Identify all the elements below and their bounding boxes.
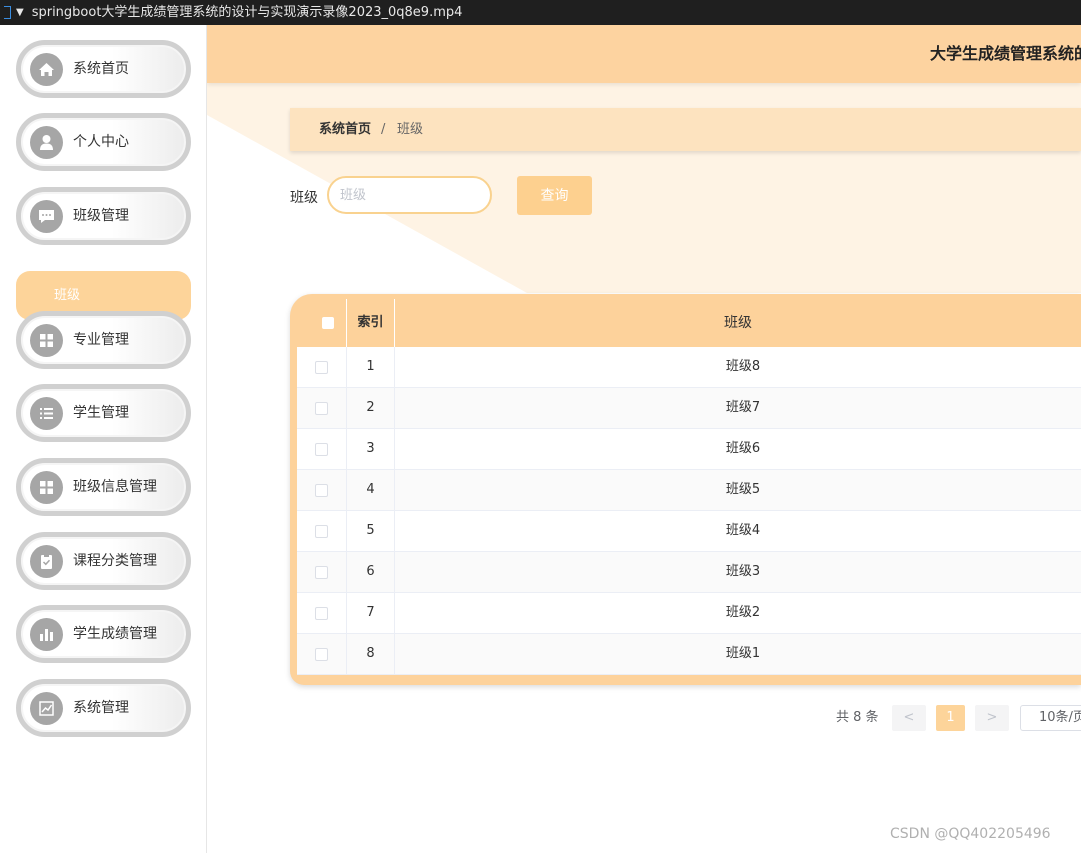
sidebar-item-score-management[interactable]: 学生成绩管理 (16, 605, 191, 663)
table-row[interactable]: 1 班级8 (297, 347, 1081, 388)
page-size-select[interactable]: 10条/页 (1020, 705, 1081, 731)
row-index: 2 (346, 388, 395, 428)
sidebar-item-profile[interactable]: 个人中心 (16, 113, 191, 171)
sidebar-item-system-management[interactable]: 系统管理 (16, 679, 191, 737)
watermark: CSDN @QQ402205496 (890, 826, 1051, 842)
window-icon (4, 6, 11, 19)
sidebar-item-label: 个人中心 (73, 134, 129, 150)
table-body: 1 班级8 2 班级7 3 班级6 4 班级5 5 班级4 6 班级3 7 班级… (297, 347, 1081, 675)
table-row[interactable]: 5 班级4 (297, 511, 1081, 552)
grid-icon (30, 471, 63, 504)
sidebar-item-label: 课程分类管理 (73, 553, 157, 569)
row-class-name: 班级2 (725, 605, 761, 620)
row-class-name: 班级1 (725, 646, 761, 661)
pagination: 共 8 条 < 1 > 10条/页 (207, 705, 1081, 733)
row-index: 6 (346, 552, 395, 592)
pagination-total: 共 8 条 (836, 710, 879, 725)
query-button[interactable]: 查询 (517, 176, 592, 215)
column-header-class[interactable]: 班级 (395, 299, 1081, 347)
breadcrumb-current: 班级 (397, 122, 424, 137)
user-icon (30, 126, 63, 159)
sidebar-item-label: 系统首页 (73, 61, 129, 77)
sidebar-item-label: 学生管理 (73, 405, 129, 421)
row-class-name: 班级5 (725, 482, 761, 497)
sidebar-item-label: 班级管理 (73, 208, 129, 224)
list-icon (30, 397, 63, 430)
table-row[interactable]: 6 班级3 (297, 552, 1081, 593)
main-content: 大学生成绩管理系统的 系统首页 / 班级 班级 查询 索引 班级 1 班级8 (207, 25, 1081, 853)
row-index: 4 (346, 470, 395, 510)
row-checkbox[interactable] (315, 484, 328, 497)
search-label: 班级 (290, 190, 318, 206)
trend-icon (30, 692, 63, 725)
class-search-input[interactable] (327, 176, 492, 214)
table-row[interactable]: 2 班级7 (297, 388, 1081, 429)
dropdown-caret-icon[interactable]: ▼ (16, 0, 24, 25)
row-class-name: 班级3 (725, 564, 761, 579)
row-index: 5 (346, 511, 395, 551)
window-title: springboot大学生成绩管理系统的设计与实现演示录像2023_0q8e9.… (31, 5, 463, 20)
sidebar-item-home[interactable]: 系统首页 (16, 40, 191, 98)
sidebar-item-label: 班级信息管理 (73, 479, 157, 495)
row-class-name: 班级4 (725, 523, 761, 538)
row-checkbox[interactable] (315, 566, 328, 579)
table-row[interactable]: 4 班级5 (297, 470, 1081, 511)
sidebar: 系统首页 个人中心 班级管理 班级 专业管理 学生管理 班级信息管理 课程分类管… (0, 25, 207, 853)
sidebar-item-label: 学生成绩管理 (73, 626, 157, 642)
row-class-name: 班级7 (725, 400, 761, 415)
row-class-name: 班级8 (725, 359, 761, 374)
breadcrumb-separator: / (381, 122, 386, 137)
select-all-checkbox[interactable] (322, 317, 334, 329)
table-row[interactable]: 8 班级1 (297, 634, 1081, 675)
row-checkbox[interactable] (315, 402, 328, 415)
sidebar-item-major-management[interactable]: 专业管理 (16, 311, 191, 369)
home-icon (30, 53, 63, 86)
breadcrumb-home[interactable]: 系统首页 (319, 108, 371, 151)
next-page-button[interactable]: > (975, 705, 1009, 731)
table-row[interactable]: 7 班级2 (297, 593, 1081, 634)
row-index: 8 (346, 634, 395, 674)
column-header-index: 索引 (346, 299, 395, 347)
table-row[interactable]: 3 班级6 (297, 429, 1081, 470)
system-title: 大学生成绩管理系统的 (930, 44, 1081, 63)
sidebar-item-course-category-management[interactable]: 课程分类管理 (16, 532, 191, 590)
row-class-name: 班级6 (725, 441, 761, 456)
window-title-bar: ▼ springboot大学生成绩管理系统的设计与实现演示录像2023_0q8e9… (0, 0, 1081, 25)
class-table: 索引 班级 1 班级8 2 班级7 3 班级6 4 班级5 5 班级4 6 班级… (290, 294, 1081, 685)
sidebar-item-label: 系统管理 (73, 700, 129, 716)
row-checkbox[interactable] (315, 525, 328, 538)
prev-page-button[interactable]: < (892, 705, 926, 731)
page-1-button[interactable]: 1 (936, 705, 965, 731)
row-index: 1 (346, 347, 395, 387)
row-checkbox[interactable] (315, 361, 328, 374)
breadcrumb: 系统首页 / 班级 (290, 108, 1081, 151)
grid-icon (30, 324, 63, 357)
table-header: 索引 班级 (297, 299, 1081, 347)
bar-chart-icon (30, 618, 63, 651)
top-header: 大学生成绩管理系统的 (207, 25, 1081, 83)
row-checkbox[interactable] (315, 443, 328, 456)
chat-icon (30, 200, 63, 233)
sidebar-item-class-management[interactable]: 班级管理 (16, 187, 191, 245)
sidebar-item-student-management[interactable]: 学生管理 (16, 384, 191, 442)
sidebar-item-class-info-management[interactable]: 班级信息管理 (16, 458, 191, 516)
row-checkbox[interactable] (315, 607, 328, 620)
sidebar-item-label: 专业管理 (73, 332, 129, 348)
row-index: 3 (346, 429, 395, 469)
row-index: 7 (346, 593, 395, 633)
row-checkbox[interactable] (315, 648, 328, 661)
clipboard-icon (30, 545, 63, 578)
